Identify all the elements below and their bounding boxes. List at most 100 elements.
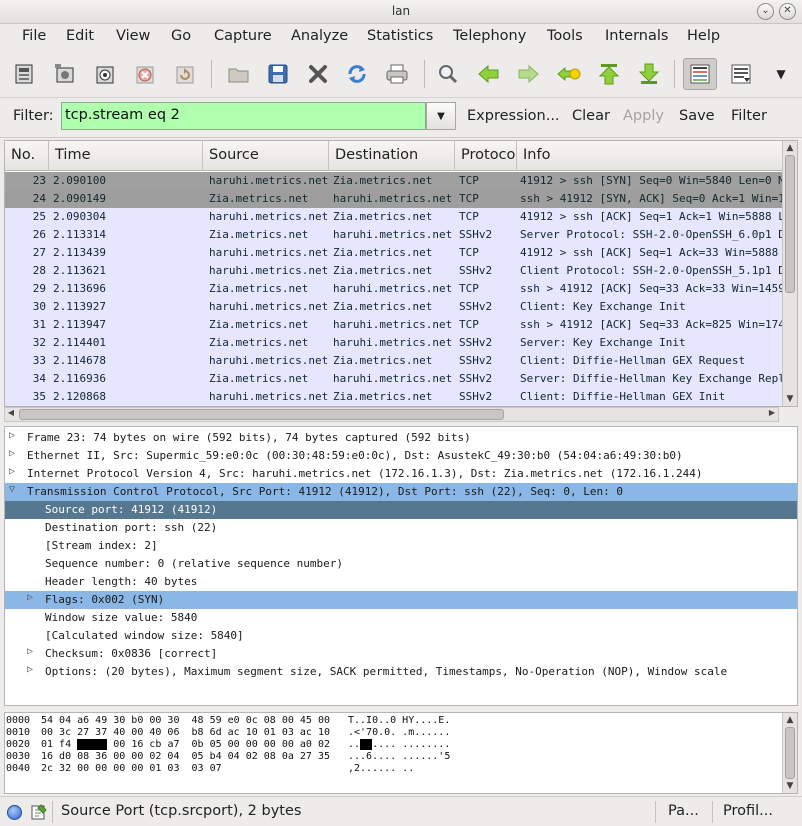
menu-view[interactable]: View: [116, 28, 150, 44]
packet-row[interactable]: 31 2.113947 Zia.metrics.net haruhi.metrics.…: [5, 316, 784, 334]
open-file-icon[interactable]: [222, 58, 256, 90]
packet-cell-src: Zia.metrics.net: [209, 318, 309, 331]
column-protocol[interactable]: Protocol: [455, 141, 517, 171]
column-time[interactable]: Time: [49, 141, 203, 171]
packet-list-hscrollbar[interactable]: ◀ ▶: [4, 407, 779, 422]
packet-bytes-pane[interactable]: 0000 54 04 a6 49 30 b0 00 30 48 59 e0 0c …: [4, 712, 798, 794]
collapsed-arrow-icon[interactable]: ▷: [9, 466, 15, 477]
packet-row[interactable]: 23 2.090100 haruhi.metrics.net Zia.metrics.…: [5, 172, 784, 190]
packets-status[interactable]: Pa...: [668, 803, 699, 819]
minimize-icon[interactable]: ⌄: [757, 3, 774, 20]
auto-scroll-icon[interactable]: [724, 58, 758, 90]
expanded-arrow-icon[interactable]: ▽: [9, 484, 15, 495]
close-file-icon[interactable]: [301, 58, 335, 90]
last-packet-icon[interactable]: [632, 58, 666, 90]
stop-capture-icon[interactable]: [128, 58, 162, 90]
packet-list-vscrollbar[interactable]: ▲ ▼: [782, 141, 797, 406]
packet-row[interactable]: 29 2.113696 Zia.metrics.net haruhi.metrics.…: [5, 280, 784, 298]
packet-list[interactable]: No. Time Source Destination Protocol Inf…: [4, 140, 798, 407]
scroll-down-icon[interactable]: ▼: [783, 392, 797, 406]
collapsed-arrow-icon[interactable]: ▷: [27, 646, 33, 657]
filter-button[interactable]: Filter: [731, 108, 767, 124]
find-icon[interactable]: [431, 58, 465, 90]
menu-edit[interactable]: Edit: [66, 28, 94, 44]
toolbar-overflow-icon[interactable]: ▼: [764, 58, 798, 90]
print-icon[interactable]: [380, 58, 414, 90]
first-packet-icon[interactable]: [592, 58, 626, 90]
detail-tree-item[interactable]: Sequence number: 0 (relative sequence nu…: [5, 555, 797, 573]
expression-button[interactable]: Expression...: [467, 108, 560, 124]
detail-tree-item[interactable]: Header length: 40 bytes: [5, 573, 797, 591]
column-destination[interactable]: Destination: [329, 141, 455, 171]
packet-row[interactable]: 28 2.113621 haruhi.metrics.net Zia.metrics.…: [5, 262, 784, 280]
go-to-packet-icon[interactable]: [552, 58, 586, 90]
clear-button[interactable]: Clear: [572, 108, 610, 124]
detail-tree-item[interactable]: [Calculated window size: 5840]: [5, 627, 797, 645]
go-back-icon[interactable]: [472, 58, 506, 90]
menu-statistics[interactable]: Statistics: [367, 28, 433, 44]
detail-tree-item[interactable]: ▽ Transmission Control Protocol, Src Port…: [5, 483, 797, 501]
capture-comment-icon[interactable]: [30, 803, 48, 821]
apply-button[interactable]: Apply: [623, 108, 664, 124]
menu-telephony[interactable]: Telephony: [453, 28, 526, 44]
scroll-down-icon[interactable]: ▼: [783, 779, 797, 793]
menu-help[interactable]: Help: [687, 28, 720, 44]
go-forward-icon[interactable]: [511, 58, 545, 90]
packet-row[interactable]: 34 2.116936 Zia.metrics.net haruhi.metrics.…: [5, 370, 784, 388]
packet-row[interactable]: 24 2.090149 Zia.metrics.net haruhi.metrics.…: [5, 190, 784, 208]
display-filter-input[interactable]: tcp.stream eq 2: [61, 102, 426, 130]
collapsed-arrow-icon[interactable]: ▷: [9, 448, 15, 459]
hex-offset: 0020: [6, 739, 31, 750]
reload-icon[interactable]: [340, 58, 374, 90]
packet-row[interactable]: 32 2.114401 Zia.metrics.net haruhi.metrics.…: [5, 334, 784, 352]
menu-capture[interactable]: Capture: [214, 28, 272, 44]
column-info[interactable]: Info: [517, 141, 784, 171]
menu-internals[interactable]: Internals: [605, 28, 668, 44]
expert-info-icon[interactable]: [7, 805, 22, 820]
scroll-left-icon[interactable]: ◀: [5, 408, 17, 417]
bytes-vscrollbar[interactable]: ▲ ▼: [782, 713, 797, 793]
detail-tree-item[interactable]: ▷ Frame 23: 74 bytes on wire (592 bits), …: [5, 429, 797, 447]
packet-row[interactable]: 25 2.090304 haruhi.metrics.net Zia.metrics.…: [5, 208, 784, 226]
filter-history-dropdown[interactable]: ▼: [426, 102, 456, 130]
column-no[interactable]: No.: [5, 141, 49, 171]
profile-status[interactable]: Profil...: [723, 803, 773, 819]
packet-details-pane[interactable]: ▷ Frame 23: 74 bytes on wire (592 bits), …: [4, 426, 798, 706]
column-source[interactable]: Source: [203, 141, 329, 171]
detail-tree-item[interactable]: [Stream index: 2]: [5, 537, 797, 555]
detail-tree-item[interactable]: ▷ Internet Protocol Version 4, Src: haruh…: [5, 465, 797, 483]
interfaces-icon[interactable]: [8, 58, 42, 90]
collapsed-arrow-icon[interactable]: ▷: [27, 592, 33, 603]
scroll-up-icon[interactable]: ▲: [783, 713, 797, 727]
scroll-right-icon[interactable]: ▶: [766, 408, 778, 417]
detail-tree-item[interactable]: ▷ Checksum: 0x0836 [correct]: [5, 645, 797, 663]
detail-tree-item[interactable]: Window size value: 5840: [5, 609, 797, 627]
scroll-thumb[interactable]: [785, 727, 795, 779]
detail-tree-item[interactable]: Source port: 41912 (41912): [5, 501, 797, 519]
packet-row[interactable]: 35 2.120868 haruhi.metrics.net Zia.metrics.…: [5, 388, 784, 406]
packet-row[interactable]: 33 2.114678 haruhi.metrics.net Zia.metrics.…: [5, 352, 784, 370]
close-icon[interactable]: ✕: [779, 3, 796, 20]
menu-tools[interactable]: Tools: [547, 28, 583, 44]
collapsed-arrow-icon[interactable]: ▷: [9, 430, 15, 441]
scroll-thumb[interactable]: [19, 409, 504, 420]
scroll-up-icon[interactable]: ▲: [783, 141, 797, 155]
menu-analyze[interactable]: Analyze: [291, 28, 348, 44]
detail-tree-item[interactable]: ▷ Flags: 0x002 (SYN): [5, 591, 797, 609]
detail-tree-item[interactable]: Destination port: ssh (22): [5, 519, 797, 537]
packet-row[interactable]: 27 2.113439 haruhi.metrics.net Zia.metrics.…: [5, 244, 784, 262]
collapsed-arrow-icon[interactable]: ▷: [27, 664, 33, 675]
packet-row[interactable]: 30 2.113927 haruhi.metrics.net Zia.metrics.…: [5, 298, 784, 316]
menu-go[interactable]: Go: [171, 28, 191, 44]
menu-file[interactable]: File: [22, 28, 46, 44]
save-filter-button[interactable]: Save: [679, 108, 715, 124]
colorize-icon[interactable]: [683, 58, 717, 90]
capture-options-icon[interactable]: [48, 58, 82, 90]
save-file-icon[interactable]: [261, 58, 295, 90]
restart-capture-icon[interactable]: [168, 58, 202, 90]
packet-row[interactable]: 26 2.113314 Zia.metrics.net haruhi.metrics.…: [5, 226, 784, 244]
start-capture-icon[interactable]: [88, 58, 122, 90]
scroll-thumb[interactable]: [785, 155, 795, 293]
detail-tree-item[interactable]: ▷ Ethernet II, Src: Supermic_59:e0:0c (00…: [5, 447, 797, 465]
detail-tree-item[interactable]: ▷ Options: (20 bytes), Maximum segment si…: [5, 663, 797, 681]
